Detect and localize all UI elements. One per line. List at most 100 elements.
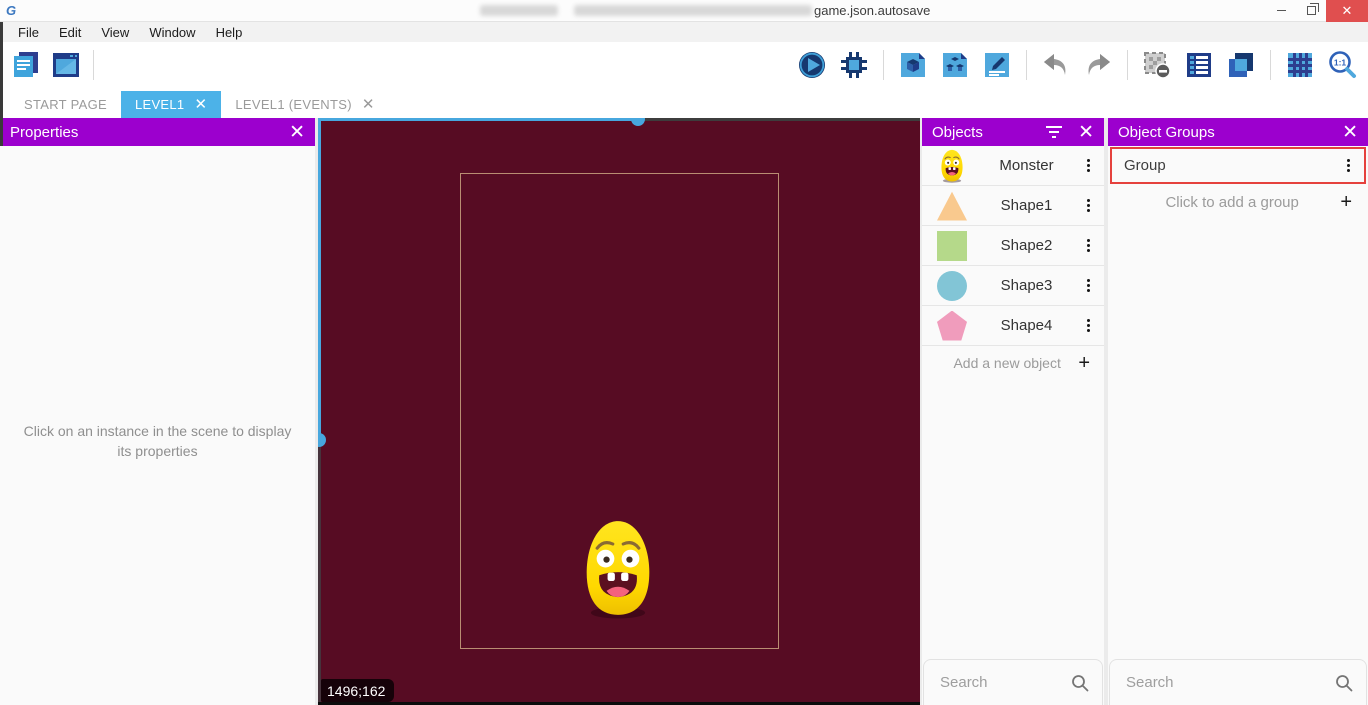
- selection-edge-top: [318, 118, 638, 121]
- objects-search-box[interactable]: [923, 659, 1103, 705]
- instances-list-icon[interactable]: [1183, 49, 1215, 81]
- row-options-icon[interactable]: [1085, 237, 1092, 254]
- tab-label: LEVEL1: [135, 97, 185, 112]
- add-group-plus-icon[interactable]: +: [1340, 192, 1352, 212]
- tab-close-icon[interactable]: ✕: [194, 97, 207, 112]
- object-groups-editor-icon[interactable]: [939, 49, 971, 81]
- groups-list: Group: [1108, 146, 1368, 184]
- tab-start-page[interactable]: START PAGE: [10, 91, 121, 118]
- object-label: Shape3: [968, 277, 1085, 294]
- object-label: Shape4: [968, 317, 1085, 334]
- filter-icon[interactable]: [1046, 126, 1062, 138]
- menu-view[interactable]: View: [91, 23, 139, 42]
- objects-panel-header: Objects ✕: [922, 118, 1104, 146]
- row-options-icon[interactable]: [1085, 317, 1092, 334]
- toolbar-divider: [93, 50, 94, 80]
- triangle-thumbnail-icon: [936, 189, 968, 223]
- restore-button[interactable]: [1296, 0, 1326, 22]
- gdevelop-logo-icon: G: [0, 3, 22, 18]
- groups-search-input[interactable]: [1126, 674, 1334, 691]
- properties-hint-text: Click on an instance in the scene to dis…: [0, 421, 315, 461]
- cursor-coordinates: 1496;162: [321, 679, 394, 702]
- project-manager-icon[interactable]: [10, 49, 42, 81]
- add-object-plus-icon[interactable]: +: [1078, 353, 1090, 373]
- close-button[interactable]: ✕: [1326, 0, 1368, 22]
- scene-canvas[interactable]: 1496;162: [318, 118, 920, 705]
- group-row-group[interactable]: Group: [1110, 147, 1366, 184]
- window-title: game.json.autosave: [814, 3, 930, 18]
- row-options-icon[interactable]: [1085, 277, 1092, 294]
- tab-level1-events[interactable]: LEVEL1 (EVENTS)✕: [221, 91, 388, 118]
- object-label: Shape1: [968, 197, 1085, 214]
- selection-handle-left[interactable]: [318, 433, 326, 447]
- object-groups-panel-header: Object Groups ✕: [1108, 118, 1368, 146]
- objects-panel-title: Objects: [932, 124, 983, 141]
- preview-play-icon[interactable]: [796, 49, 828, 81]
- monster-thumbnail-icon: [936, 149, 968, 183]
- zoom-original-icon[interactable]: 1:1: [1326, 49, 1358, 81]
- menu-window[interactable]: Window: [139, 23, 205, 42]
- tab-close-icon[interactable]: ✕: [362, 97, 375, 112]
- close-objects-icon[interactable]: ✕: [1078, 123, 1094, 142]
- object-row-shape3[interactable]: Shape3: [922, 266, 1104, 306]
- redo-icon[interactable]: [1082, 49, 1114, 81]
- groups-search-box[interactable]: [1109, 659, 1367, 705]
- object-row-monster[interactable]: Monster: [922, 146, 1104, 186]
- group-label: Group: [1124, 157, 1345, 174]
- objects-search-input[interactable]: [940, 674, 1070, 691]
- menu-help[interactable]: Help: [206, 23, 253, 42]
- add-group-row[interactable]: Click to add a group +: [1108, 184, 1368, 220]
- square-thumbnail-icon: [936, 229, 968, 263]
- editor-tab-bar: START PAGELEVEL1✕LEVEL1 (EVENTS)✕: [0, 88, 1368, 118]
- add-group-label: Click to add a group: [1124, 194, 1340, 211]
- scene-properties-icon[interactable]: [981, 49, 1013, 81]
- monster-instance[interactable]: [579, 519, 657, 619]
- object-label: Shape2: [968, 237, 1085, 254]
- row-options-icon[interactable]: [1085, 197, 1092, 214]
- selection-edge-left: [318, 118, 321, 440]
- circle-thumbnail-icon: [936, 269, 968, 303]
- close-properties-icon[interactable]: ✕: [289, 123, 305, 142]
- menu-file[interactable]: File: [8, 23, 49, 42]
- close-icon: ✕: [1342, 3, 1353, 19]
- tab-label: START PAGE: [24, 97, 107, 112]
- restore-icon: [1307, 6, 1316, 15]
- add-object-label: Add a new object: [936, 355, 1078, 371]
- object-label: Monster: [968, 157, 1085, 174]
- objects-panel: Objects ✕ Monster Shape1 Shape2 Shape3 Shape…: [922, 118, 1104, 705]
- objects-editor-icon[interactable]: [897, 49, 929, 81]
- svg-text:1:1: 1:1: [1334, 58, 1347, 68]
- tab-level1[interactable]: LEVEL1 ✕: [121, 91, 221, 118]
- properties-panel-header: Properties ✕: [0, 118, 315, 146]
- selection-edge-top-shadow: [638, 118, 920, 121]
- menu-edit[interactable]: Edit: [49, 23, 91, 42]
- add-object-row[interactable]: Add a new object +: [922, 346, 1104, 380]
- pentagon-thumbnail-icon: [936, 309, 968, 343]
- deselect-instances-icon[interactable]: [1141, 49, 1173, 81]
- objects-list: Monster Shape1 Shape2 Shape3 Shape4: [922, 146, 1104, 346]
- object-row-shape4[interactable]: Shape4: [922, 306, 1104, 346]
- scene-editor-window-icon[interactable]: [50, 49, 82, 81]
- redacted-path-segment: [574, 5, 812, 16]
- debugger-icon[interactable]: [838, 49, 870, 81]
- menu-bar: FileEditViewWindowHelp: [0, 22, 1368, 42]
- layers-icon[interactable]: [1225, 49, 1257, 81]
- minimize-button[interactable]: [1266, 0, 1296, 22]
- main-toolbar: 1:1: [0, 42, 1368, 88]
- toolbar-divider: [1026, 50, 1027, 80]
- row-options-icon[interactable]: [1085, 157, 1092, 174]
- properties-panel: Properties ✕ Click on an instance in the…: [0, 118, 315, 705]
- row-options-icon[interactable]: [1345, 157, 1352, 174]
- undo-icon[interactable]: [1040, 49, 1072, 81]
- search-icon: [1334, 673, 1354, 693]
- toolbar-divider: [1270, 50, 1271, 80]
- search-icon: [1070, 673, 1090, 693]
- close-object-groups-icon[interactable]: ✕: [1342, 123, 1358, 142]
- object-row-shape1[interactable]: Shape1: [922, 186, 1104, 226]
- window-edge-strip: [0, 22, 3, 146]
- toolbar-divider: [1127, 50, 1128, 80]
- grid-icon[interactable]: [1284, 49, 1316, 81]
- properties-panel-title: Properties: [10, 124, 78, 141]
- selection-handle-top[interactable]: [631, 118, 645, 126]
- object-row-shape2[interactable]: Shape2: [922, 226, 1104, 266]
